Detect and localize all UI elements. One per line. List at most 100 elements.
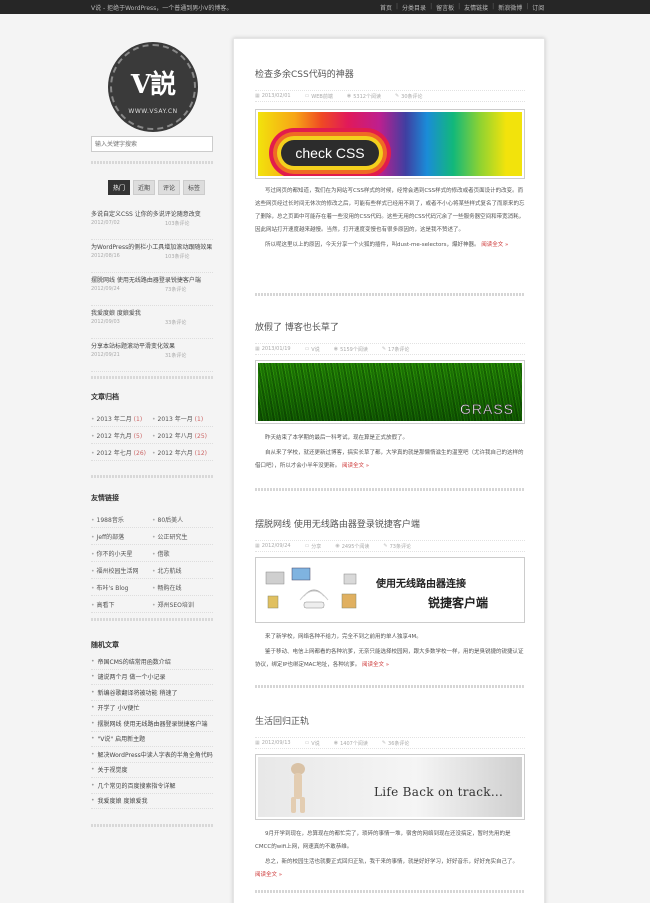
post-title[interactable]: 生活回归正轨 <box>255 714 309 727</box>
list-item: 我爱度娘 度娘爱我 2012/09/03 33条评论 <box>91 306 213 339</box>
archive-link[interactable]: • 2013 年二月 (1) <box>91 414 152 423</box>
nav-guestbook[interactable]: 留言板 <box>436 3 454 12</box>
post-paragraph: 昨天结束了本学期的最后一科考试，现在算是正式放假了。 <box>265 435 409 441</box>
banner-text-line1: 使用无线路由器连接 <box>376 579 466 590</box>
archive-link[interactable]: • 2013 年一月 (1) <box>152 414 213 423</box>
friend-link[interactable]: • 你不的小天星 <box>91 549 152 558</box>
post-comments[interactable]: 36条评论 <box>388 740 409 747</box>
nav-categories[interactable]: 分类目录 <box>402 3 426 12</box>
archive-link[interactable]: • 2012 年六月 (12) <box>152 448 213 457</box>
read-more-link[interactable]: 阅读全文 » <box>481 242 508 248</box>
post: 检查多余CSS代码的神器 ▦ 2013/02/01 ▭ WEB前端 ◉ 5312个阅读… <box>255 67 525 297</box>
eye-icon: ◉ <box>333 740 339 746</box>
post-paragraph: 总之，新的校园生活也就要正式回归正轨，我干来的事情，就是好好学习，好好音乐，好好… <box>255 859 519 878</box>
archive-link[interactable]: • 2012 年八月 (25) <box>152 431 213 440</box>
post-views: 1407个阅读 <box>340 740 368 747</box>
random-post-link[interactable]: • 解决WordPress中读人字表的半角全角代码 <box>91 747 213 763</box>
post-banner-image[interactable]: GRASS <box>255 360 525 424</box>
hot-post-link[interactable]: 为WordPress的侧栏小工具增加滚动跟随效果 <box>91 242 212 251</box>
top-nav: 首页 | 分类目录 | 留言板 | 友情链接 | 新浪微博 | 订阅 <box>380 3 545 12</box>
nav-friend-links[interactable]: 友情链接 <box>464 3 488 12</box>
hot-post-comments: 31条评论 <box>165 353 187 359</box>
post-excerpt: 来了新学校，网络各种不给力，完全不到之前用的单人独享4M。 鉴于移动、电信上网都… <box>255 631 525 674</box>
friend-link[interactable]: • 借歌 <box>152 549 213 558</box>
nav-home[interactable]: 首页 <box>380 3 392 12</box>
post-paragraph: 自从来了学校，就还更新过博客，搞实长草了都，大学真的就是那懒惰滋生的温室吧（尤许… <box>255 450 524 469</box>
tab-comments[interactable]: 评论 <box>158 180 181 195</box>
archive-link[interactable]: • 2012 年九月 (5) <box>91 431 152 440</box>
hot-post-link[interactable]: 摆脱网线 使用无线路由器登录锐捷客户端 <box>91 275 201 284</box>
links-title: 友情链接 <box>91 494 119 502</box>
friend-link[interactable]: • Jeff的部落 <box>91 532 152 541</box>
random-post-link[interactable]: • 关于视觉度 <box>91 763 213 778</box>
hot-post-link[interactable]: 多说自定义CSS 让你的多说评论随意改变 <box>91 209 201 218</box>
hot-post-date: 2012/08/16 <box>91 253 120 259</box>
read-more-link[interactable]: 阅读全文 » <box>255 872 282 878</box>
post-banner-image[interactable]: 使用无线路由器连接 锐捷客户端 <box>255 557 525 623</box>
random-post-link[interactable]: • 摆脱网线 使用无线路由器登录锐捷客户端 <box>91 716 213 732</box>
comment-icon: ✎ <box>381 346 387 352</box>
friend-link[interactable]: • 北方航线 <box>152 566 213 575</box>
divider <box>255 293 525 296</box>
post-title[interactable]: 检查多余CSS代码的神器 <box>255 67 354 80</box>
post-comments[interactable]: 30条评论 <box>401 93 422 100</box>
post-excerpt: 写过网页的都知道，我们在为网站写CSS样式的时候，经常会遇到CSS样式的修改或者… <box>255 185 525 254</box>
read-more-link[interactable]: 阅读全文 » <box>342 463 369 469</box>
random-post-link[interactable]: • 帝国CMS的结常用函数介绍 <box>91 654 213 670</box>
post-paragraph: 写过网页的都知道，我们在为网站写CSS样式的时候，经常会遇到CSS样式的修改或者… <box>255 188 525 233</box>
tab-tags[interactable]: 标签 <box>183 180 206 195</box>
site-logo[interactable]: V説 WWW.VSAY.CN <box>110 44 196 130</box>
random-post-link[interactable]: • 几个常见的百度搜索指令详解 <box>91 778 213 794</box>
post-views: 5159个阅读 <box>340 346 368 353</box>
search-input[interactable] <box>91 136 213 152</box>
post-date: 2012/09/24 <box>261 543 291 549</box>
random-post-link[interactable]: • "V说" 启用新主题 <box>91 732 213 747</box>
post: 生活回归正轨 ▦ 2012/09/13 ▭ V说 ◉ 1407个阅读 ✎ 36条评论 L… <box>255 714 525 903</box>
tab-recent[interactable]: 近期 <box>133 180 156 195</box>
friend-link[interactable]: • 1988音乐 <box>91 515 152 524</box>
archive-link[interactable]: • 2012 年七月 (26) <box>91 448 152 457</box>
post-category[interactable]: V说 <box>311 346 319 353</box>
post-banner-image[interactable]: Life Back on track... <box>255 754 525 820</box>
random-post-link[interactable]: • 我爱度娘 度娘爱我 <box>91 794 213 809</box>
hot-post-date: 2012/07/02 <box>91 220 120 226</box>
logo-mark: V説 <box>130 70 176 100</box>
friend-link[interactable]: • 畅购在线 <box>152 583 213 592</box>
links-row: • 布咔's Blog • 畅购在线 <box>91 579 213 596</box>
hot-post-comments: 33条评论 <box>165 320 187 326</box>
friend-link[interactable]: • 80后美人 <box>152 515 213 524</box>
post-banner-image[interactable]: check CSS <box>255 109 525 179</box>
friend-link[interactable]: • 公正研究生 <box>152 532 213 541</box>
post-comments[interactable]: 73条评论 <box>390 543 411 550</box>
random-post-link[interactable]: • 开学了 小V便忙 <box>91 701 213 716</box>
random-post-link[interactable]: • 新编谷歌翻译将被功能 稍速了 <box>91 685 213 701</box>
post-date: 2013/01/19 <box>261 346 291 352</box>
friend-link[interactable]: • 福州校园生活网 <box>91 566 152 575</box>
nav-weibo[interactable]: 新浪微博 <box>498 3 522 12</box>
tab-hot[interactable]: 热门 <box>108 180 131 195</box>
hot-post-link[interactable]: 分享本站标题滚动平滑变化效果 <box>91 341 175 350</box>
banner-text: Life Back on track... <box>374 785 504 799</box>
post-title[interactable]: 放假了 博客也长草了 <box>255 320 339 333</box>
post-category[interactable]: 分享 <box>311 543 321 550</box>
friend-link[interactable]: • 高看下 <box>91 600 152 609</box>
friend-link[interactable]: • 布咔's Blog <box>91 583 152 592</box>
post-paragraph: 鉴于移动、电信上网都看的各种坑爹，无奈只能选择校园网，跟大多数学校一样，用的是臭… <box>255 649 524 668</box>
friend-link[interactable]: • 郑州SEO培训 <box>152 600 213 609</box>
post-category[interactable]: V说 <box>311 740 319 747</box>
nav-subscribe[interactable]: 订阅 <box>532 3 544 12</box>
links-row: • 你不的小天星 • 借歌 <box>91 545 213 562</box>
hot-post-date: 2012/09/21 <box>91 352 120 358</box>
folder-icon: ▭ <box>304 543 310 549</box>
post-date: 2013/02/01 <box>261 93 291 99</box>
post: 放假了 博客也长草了 ▦ 2013/01/19 ▭ V说 ◉ 5159个阅读 ✎ 17条… <box>255 320 525 510</box>
post-category[interactable]: WEB前端 <box>311 93 333 100</box>
read-more-link[interactable]: 阅读全文 » <box>362 662 389 668</box>
random-post-link[interactable]: • 谴说两个月 做一个小记录 <box>91 670 213 685</box>
post-views: 2495个阅读 <box>341 543 370 550</box>
hot-post-link[interactable]: 我爱度娘 度娘爱我 <box>91 308 141 317</box>
post-title[interactable]: 摆脱网线 使用无线路由器登录锐捷客户端 <box>255 517 420 530</box>
list-item: 为WordPress的侧栏小工具增加滚动跟随效果 2012/08/16 103条评… <box>91 240 213 273</box>
post-excerpt: 9月开学到现在，总算现在的都忙完了，琐碎的事情一堆，宿舍的网络到现在还没搞定，暂… <box>255 828 525 884</box>
post-comments[interactable]: 17条评论 <box>388 346 409 353</box>
